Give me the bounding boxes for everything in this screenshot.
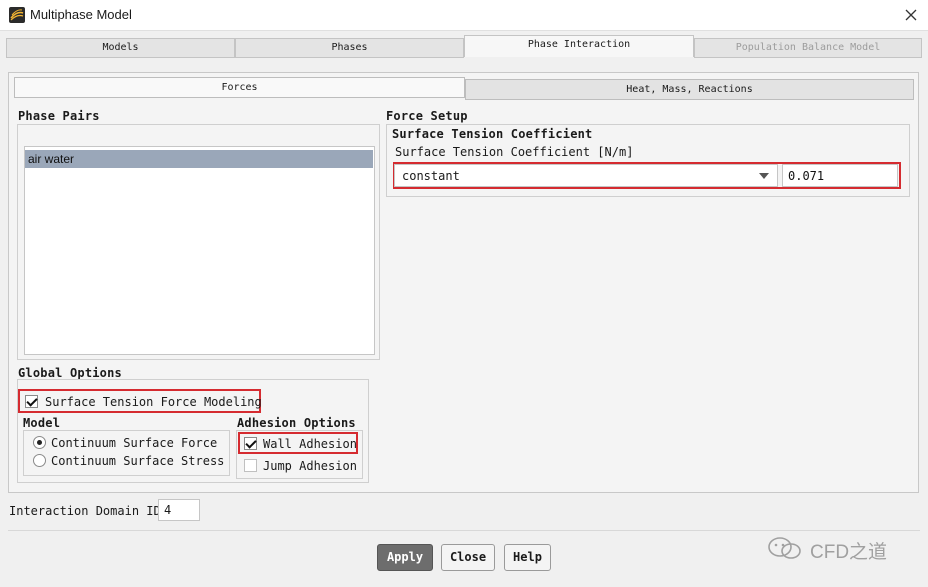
continuum-surface-stress-radio[interactable] bbox=[33, 454, 46, 467]
adhesion-options-title: Adhesion Options bbox=[237, 416, 356, 430]
ansys-app-icon bbox=[9, 7, 25, 23]
window-title: Multiphase Model bbox=[30, 7, 132, 22]
title-bar: Multiphase Model bbox=[0, 0, 928, 30]
jump-adhesion-checkbox[interactable] bbox=[244, 459, 257, 472]
surface-tension-method-dropdown[interactable]: constant bbox=[394, 164, 778, 187]
tab-heat-mass-reactions[interactable]: Heat, Mass, Reactions bbox=[465, 79, 914, 100]
continuum-surface-stress-label[interactable]: Continuum Surface Stress bbox=[51, 454, 224, 468]
phase-pairs-list[interactable] bbox=[24, 146, 375, 355]
continuum-surface-force-radio[interactable] bbox=[33, 436, 46, 449]
chevron-down-icon bbox=[759, 173, 769, 179]
wall-adhesion-label[interactable]: Wall Adhesion bbox=[263, 437, 357, 451]
apply-button[interactable]: Apply bbox=[377, 544, 433, 571]
watermark: CFD之道 bbox=[766, 535, 906, 563]
interaction-domain-label: Interaction Domain ID bbox=[9, 504, 161, 518]
wechat-icon bbox=[768, 537, 801, 559]
surface-tension-value-input[interactable]: 0.071 bbox=[782, 164, 898, 187]
close-button[interactable]: Close bbox=[441, 544, 495, 571]
dropdown-selected-value: constant bbox=[402, 169, 460, 183]
jump-adhesion-label[interactable]: Jump Adhesion bbox=[263, 459, 357, 473]
close-icon[interactable] bbox=[902, 6, 920, 24]
tab-phase-interaction[interactable]: Phase Interaction bbox=[464, 35, 694, 57]
wall-adhesion-checkbox[interactable] bbox=[244, 437, 257, 450]
interaction-domain-input[interactable]: 4 bbox=[158, 499, 200, 521]
global-options-title: Global Options bbox=[18, 366, 122, 380]
surface-tension-modeling-label[interactable]: Surface Tension Force Modeling bbox=[45, 395, 262, 409]
tab-forces[interactable]: Forces bbox=[14, 77, 465, 98]
watermark-text: CFD之道 bbox=[810, 542, 888, 563]
surface-tension-coefficient-title: Surface Tension Coefficient bbox=[392, 127, 593, 141]
tab-phases[interactable]: Phases bbox=[235, 38, 464, 58]
surface-tension-coefficient-label: Surface Tension Coefficient [N/m] bbox=[395, 145, 634, 159]
model-title: Model bbox=[23, 416, 61, 430]
force-setup-title: Force Setup bbox=[386, 109, 468, 123]
divider bbox=[8, 530, 920, 531]
continuum-surface-force-label[interactable]: Continuum Surface Force bbox=[51, 436, 217, 450]
list-item-air-water[interactable]: air water bbox=[25, 150, 373, 168]
tab-models[interactable]: Models bbox=[6, 38, 235, 58]
help-button[interactable]: Help bbox=[504, 544, 551, 571]
surface-tension-modeling-checkbox[interactable] bbox=[25, 395, 38, 408]
tab-population-balance-model: Population Balance Model bbox=[694, 38, 922, 58]
phase-pairs-title: Phase Pairs bbox=[18, 109, 100, 123]
